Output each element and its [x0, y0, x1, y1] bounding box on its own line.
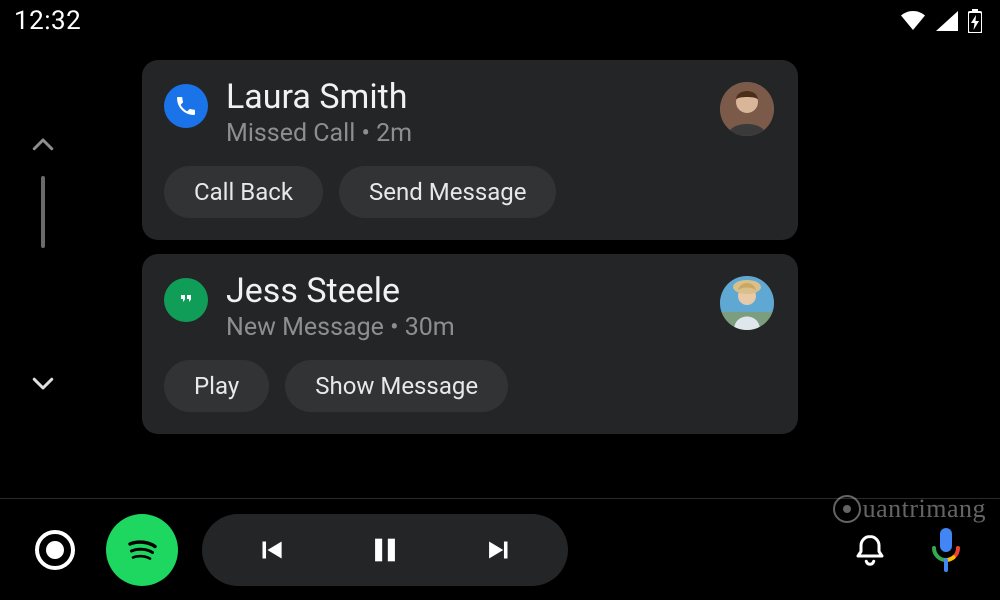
scroll-down-button[interactable] — [18, 358, 68, 408]
phone-app-icon — [164, 84, 208, 128]
notification-subtitle: Missed Call • 2m — [226, 119, 776, 148]
next-track-button[interactable] — [482, 533, 516, 567]
notification-title: Jess Steele — [226, 272, 776, 311]
assistant-mic-button[interactable] — [920, 524, 972, 576]
status-icons — [900, 9, 982, 33]
scroll-track — [41, 176, 45, 248]
bottom-bar — [0, 500, 1000, 600]
notification-list: Laura Smith Missed Call • 2m Call Back S… — [142, 60, 798, 434]
hangouts-app-icon — [164, 278, 208, 322]
play-message-button[interactable]: Play — [164, 360, 269, 412]
notification-card-missed-call[interactable]: Laura Smith Missed Call • 2m Call Back S… — [142, 60, 798, 240]
notification-title: Laura Smith — [226, 78, 776, 117]
wifi-icon — [900, 11, 926, 31]
contact-avatar — [720, 82, 774, 136]
contact-avatar — [720, 276, 774, 330]
spotify-button[interactable] — [106, 514, 178, 586]
call-back-button[interactable]: Call Back — [164, 166, 323, 218]
media-controls — [202, 514, 568, 586]
notification-card-new-message[interactable]: Jess Steele New Message • 30m Play Show … — [142, 254, 798, 434]
notification-subtitle: New Message • 30m — [226, 313, 776, 342]
battery-icon — [968, 9, 982, 33]
send-message-button[interactable]: Send Message — [339, 166, 556, 218]
scroll-rail — [18, 120, 68, 408]
pause-button[interactable] — [368, 533, 402, 567]
clock: 12:32 — [14, 6, 81, 36]
previous-track-button[interactable] — [254, 533, 288, 567]
scroll-up-button[interactable] — [18, 120, 68, 170]
status-bar: 12:32 — [0, 0, 1000, 42]
notifications-button[interactable] — [844, 524, 896, 576]
launcher-button[interactable] — [28, 523, 82, 577]
cellular-icon — [936, 11, 958, 31]
show-message-button[interactable]: Show Message — [285, 360, 508, 412]
bottom-divider — [0, 498, 1000, 499]
